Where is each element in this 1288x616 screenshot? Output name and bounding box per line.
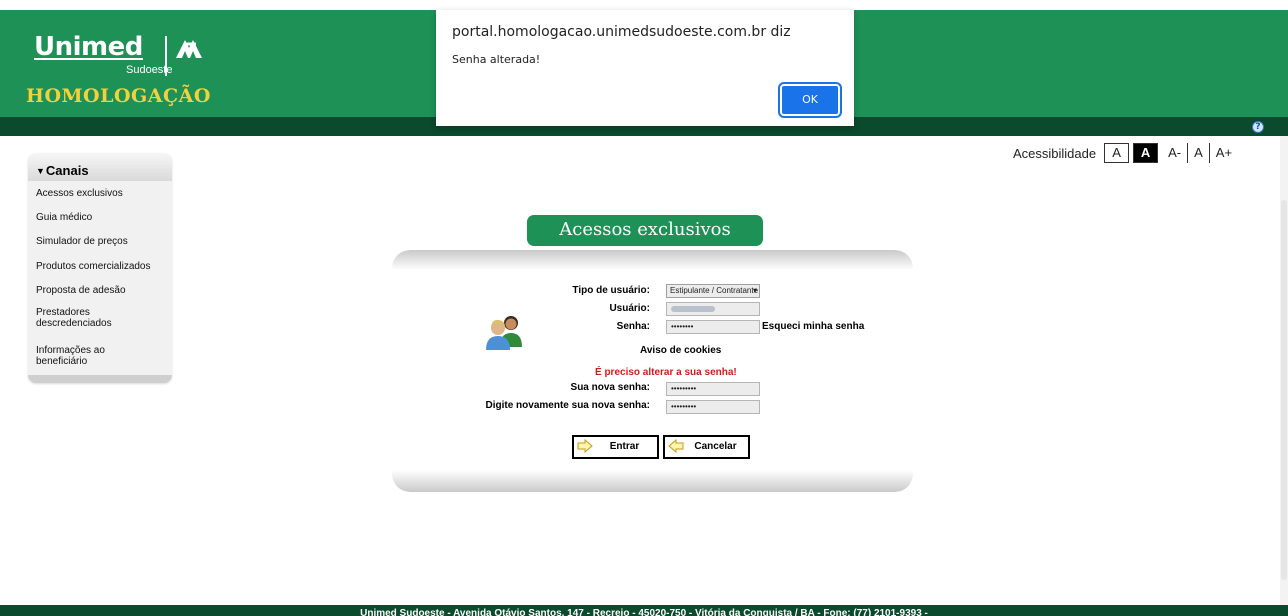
contrast-light-button[interactable]: A — [1104, 143, 1130, 163]
sidebar-item-informacoes[interactable]: Informações ao beneficiário — [36, 345, 126, 367]
alert-dialog: portal.homologacao.unimedsudoeste.com.br… — [436, 10, 854, 126]
font-increase-button[interactable]: A+ — [1210, 143, 1238, 163]
panel-top-edge — [392, 250, 913, 270]
scrollbar-thumb[interactable] — [1281, 200, 1287, 580]
change-password-warning: É preciso alterar a sua senha! — [595, 367, 737, 378]
dialog-title: portal.homologacao.unimedsudoeste.com.br… — [452, 24, 791, 40]
sidebar-footer — [28, 375, 172, 383]
login-title: Acessos exclusivos — [527, 215, 763, 246]
confirm-password-field[interactable]: ••••••••• — [666, 400, 760, 414]
panel-bottom-edge — [392, 470, 913, 492]
top-strip — [0, 0, 1288, 10]
password-label: Senha: — [616, 321, 650, 332]
footer-address: Unimed Sudoeste - Avenida Otávio Santos,… — [360, 608, 928, 616]
password-field[interactable]: •••••••• — [666, 320, 760, 334]
username-redacted — [671, 306, 715, 312]
submit-button[interactable]: Entrar — [572, 435, 659, 459]
sidebar-title[interactable]: ▼Canais — [36, 163, 89, 178]
unimed-logo[interactable]: Unimed Sudoeste — [34, 32, 202, 76]
submit-label: Entrar — [609, 441, 640, 452]
dialog-message: Senha alterada! — [452, 53, 541, 66]
sidebar-item-simulador[interactable]: Simulador de preços — [36, 236, 168, 247]
user-type-select[interactable]: Estipulante / Contratante ▾ — [666, 284, 760, 298]
new-password-label: Sua nova senha: — [570, 382, 650, 393]
dialog-ok-button[interactable]: OK — [778, 82, 842, 118]
username-label: Usuário: — [609, 303, 650, 314]
sidebar-item-prestadores[interactable]: Prestadores descredenciados — [36, 307, 126, 329]
site-footer: Unimed Sudoeste - Avenida Otávio Santos,… — [0, 605, 1288, 616]
users-icon — [486, 316, 522, 350]
sidebar-item-produtos[interactable]: Produtos comercializados — [36, 261, 168, 272]
confirm-password-label: Digite novamente sua nova senha: — [485, 400, 651, 411]
user-type-value: Estipulante / Contratante — [670, 286, 759, 295]
logo-text: Unimed — [34, 32, 143, 62]
logo-subtext: Sudoeste — [126, 64, 173, 76]
sidebar-item-acessos[interactable]: Acessos exclusivos — [36, 188, 168, 199]
contrast-dark-button[interactable]: A — [1133, 143, 1159, 163]
sidebar-item-guia[interactable]: Guia médico — [36, 212, 168, 223]
forgot-password-link[interactable]: Esqueci minha senha — [762, 321, 864, 332]
collapse-arrow-icon: ▼ — [36, 166, 45, 176]
new-password-field[interactable]: ••••••••• — [666, 382, 760, 396]
environment-label: HOMOLOGAÇÃO — [26, 85, 211, 107]
sidebar-channels: ▼Canais Acessos exclusivos Guia médico S… — [28, 153, 172, 383]
cancel-button[interactable]: Cancelar — [663, 435, 750, 459]
accessibility-controls: Acessibilidade A A A- A A+ — [1013, 143, 1238, 163]
user-type-label: Tipo de usuário: — [572, 285, 650, 296]
sidebar-item-proposta[interactable]: Proposta de adesão — [36, 285, 168, 296]
cookies-notice-link[interactable]: Aviso de cookies — [640, 345, 721, 356]
username-field[interactable] — [666, 302, 760, 316]
chevron-down-icon: ▾ — [752, 286, 757, 295]
accessibility-label: Acessibilidade — [1013, 145, 1097, 161]
font-reset-button[interactable]: A — [1188, 143, 1210, 163]
help-icon[interactable]: ? — [1252, 121, 1264, 133]
sidebar-title-text: Canais — [45, 163, 89, 178]
font-decrease-button[interactable]: A- — [1162, 143, 1189, 163]
cancel-label: Cancelar — [694, 441, 737, 452]
unimed-tree-icon — [176, 40, 202, 58]
